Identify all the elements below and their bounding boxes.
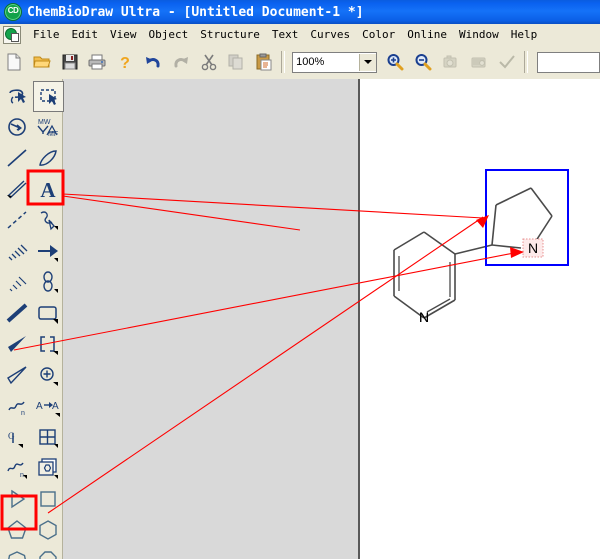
menu-bar: File Edit View Object Structure Text Cur…	[0, 24, 600, 46]
mass-fragment-tool[interactable]: MW MF	[33, 112, 62, 141]
svg-text:A: A	[36, 401, 43, 412]
toolbar-text-field[interactable]	[537, 52, 600, 73]
cut-button[interactable]	[196, 49, 222, 75]
menu-structure[interactable]: Structure	[194, 26, 266, 43]
redo-button	[168, 49, 194, 75]
svg-text:A: A	[52, 401, 59, 412]
print-button[interactable]	[84, 49, 110, 75]
menu-online[interactable]: Online	[401, 26, 453, 43]
open-button[interactable]	[29, 49, 55, 75]
wavy-bond-tool[interactable]: n	[2, 391, 31, 420]
main-tool-palette: MW MF A	[0, 79, 63, 559]
hashed-bond-tool[interactable]	[2, 236, 31, 265]
document-page[interactable]	[358, 79, 600, 559]
menu-file[interactable]: File	[27, 26, 66, 43]
menu-object[interactable]: Object	[143, 26, 195, 43]
copy-button	[224, 49, 250, 75]
cycloheptane-tool[interactable]	[2, 546, 31, 559]
atom-replace-tool[interactable]: A A	[33, 391, 62, 420]
zoom-level-value: 100%	[293, 56, 359, 68]
bracket-tool[interactable]	[33, 329, 62, 358]
dashed-bond-tool[interactable]	[2, 205, 31, 234]
main-toolbar: ?	[0, 45, 600, 80]
zoom-in-button[interactable]	[382, 49, 408, 75]
zoom-out-button[interactable]	[410, 49, 436, 75]
svg-text:A: A	[40, 178, 56, 201]
svg-text:n: n	[20, 472, 24, 479]
camera-button	[438, 49, 464, 75]
cyclobutane-tool[interactable]	[33, 484, 62, 513]
svg-text:G: G	[8, 431, 15, 441]
save-button[interactable]	[57, 49, 83, 75]
text-tool[interactable]: A	[33, 174, 62, 203]
paste-button[interactable]	[251, 49, 277, 75]
solid-bond-tool[interactable]	[2, 143, 31, 172]
menu-color[interactable]: Color	[356, 26, 401, 43]
charge-tool[interactable]	[33, 360, 62, 389]
help-button[interactable]: ?	[112, 49, 138, 75]
menu-help[interactable]: Help	[505, 26, 544, 43]
hashed-wedge-tool[interactable]	[2, 267, 31, 296]
template-tool[interactable]	[33, 453, 62, 482]
table-tool[interactable]	[33, 422, 62, 451]
chevron-down-icon[interactable]	[359, 54, 376, 71]
menu-view[interactable]: View	[104, 26, 143, 43]
menu-edit[interactable]: Edit	[66, 26, 105, 43]
eraser-tool[interactable]	[2, 112, 31, 141]
orbital-tool[interactable]	[33, 267, 62, 296]
menu-window[interactable]: Window	[453, 26, 505, 43]
toolbar-separator-1	[281, 51, 285, 73]
wedged-bond-tool[interactable]	[2, 329, 31, 358]
undo-button[interactable]	[140, 49, 166, 75]
check-button	[494, 49, 520, 75]
menu-text[interactable]: Text	[266, 26, 305, 43]
acyclic-chain-tool[interactable]	[2, 484, 31, 513]
chembiodraw-app-icon: CD	[4, 3, 22, 21]
pen-tool[interactable]	[33, 143, 62, 172]
new-document-button[interactable]	[1, 49, 27, 75]
drawing-element-tool[interactable]	[33, 298, 62, 327]
lasso-select-tool[interactable]	[2, 81, 31, 110]
multiple-bond-tool[interactable]	[2, 174, 31, 203]
camera-alt-button	[466, 49, 492, 75]
zoom-level-combobox[interactable]: 100%	[292, 52, 377, 73]
title-bar: CD ChemBioDraw Ultra - [Untitled Documen…	[0, 0, 600, 24]
hollow-wedge-tool[interactable]	[2, 360, 31, 389]
marquee-select-tool[interactable]	[33, 81, 64, 112]
cyclopentane-tool[interactable]	[2, 515, 31, 544]
toolbar-separator-2	[524, 51, 528, 73]
polymer-bond-tool[interactable]: n	[2, 453, 31, 482]
window-title: ChemBioDraw Ultra - [Untitled Document-1…	[27, 5, 364, 20]
svg-text:n: n	[21, 410, 25, 417]
menu-curves[interactable]: Curves	[304, 26, 356, 43]
chembiodraw-window: CD ChemBioDraw Ultra - [Untitled Documen…	[0, 0, 600, 559]
arrow-tool[interactable]	[33, 236, 62, 265]
chain-tool[interactable]: G	[2, 422, 31, 451]
svg-text:MW: MW	[38, 119, 51, 126]
drawing-workarea[interactable]	[62, 79, 600, 559]
pen-draw-tool[interactable]	[33, 205, 62, 234]
svg-text:?: ?	[120, 55, 130, 71]
document-window-icon[interactable]	[3, 26, 21, 44]
bold-bond-tool[interactable]	[2, 298, 31, 327]
cyclohexane-tool[interactable]	[33, 515, 62, 544]
cyclooctane-tool[interactable]	[33, 546, 62, 559]
